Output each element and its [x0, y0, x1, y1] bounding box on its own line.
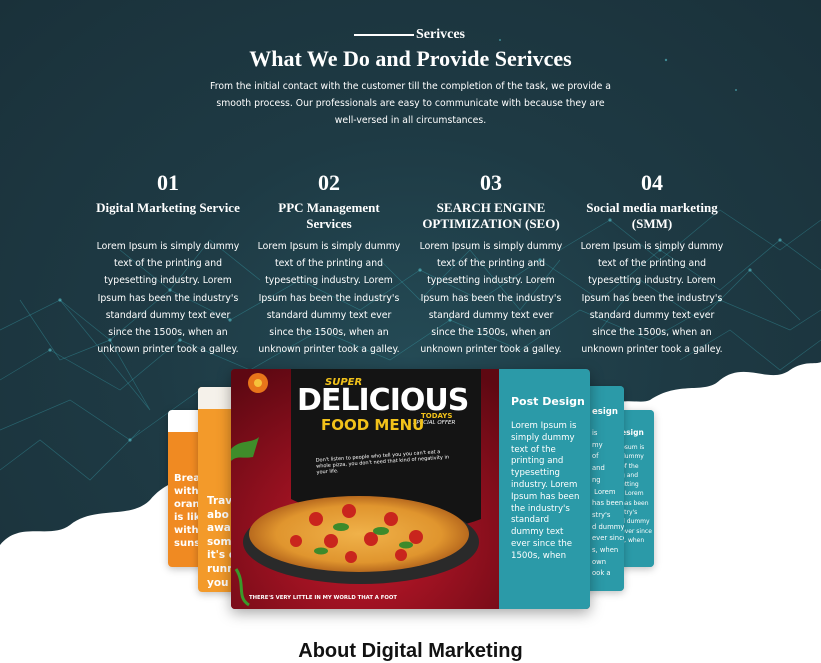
service-card-digital-marketing: 01 Digital Marketing Service Lorem Ipsum… — [93, 170, 243, 358]
service-title: Digital Marketing Service — [96, 200, 240, 215]
slide-body: is my of and ng Lorem has been stry's d … — [592, 429, 624, 578]
service-title: Social media marketing (SMM) — [586, 200, 718, 231]
slide-title: Post Design — [511, 395, 585, 408]
service-description: Lorem Ipsum is simply dummy text of the … — [580, 241, 724, 356]
service-title: SEARCH ENGINE OPTIMIZATION (SEO) — [422, 200, 560, 231]
service-number: 03 — [480, 170, 502, 195]
next-section-heading: About Digital Marketing — [298, 640, 523, 662]
service-description: Lorem Ipsum is simply dummy text of the … — [257, 241, 401, 356]
service-card-smm: 04 Social media marketing (SMM) Lorem Ip… — [577, 170, 727, 358]
slide-title: esign — [621, 428, 644, 437]
service-title: PPC Management Services — [278, 200, 380, 231]
service-card-seo: 03 SEARCH ENGINE OPTIMIZATION (SEO) Lore… — [416, 170, 566, 358]
service-number: 02 — [318, 170, 340, 195]
poster-footer-text: THERE'S VERY LITTLE IN MY WORLD THAT A F… — [249, 595, 397, 601]
poster-todays-text: TODAYS — [421, 412, 453, 420]
service-description: Lorem Ipsum is simply dummy text of the … — [419, 241, 563, 356]
section-eyebrow: Serivces — [354, 26, 465, 44]
slide-body: Lorem Ipsum is simply dummy text of the … — [511, 421, 580, 561]
slide-title: esign — [592, 407, 618, 417]
service-card-ppc: 02 PPC Management Services Lorem Ipsum i… — [254, 170, 404, 358]
slide-artwork-text: Brea with oran is lik with suns — [174, 473, 201, 549]
eyebrow-label: Serivces — [416, 27, 465, 42]
poster-food-menu-text: FOOD MENU — [321, 416, 425, 434]
section-intro: From the initial contact with the custom… — [210, 81, 611, 126]
carousel-slide-active[interactable]: SUPER DELICIOUS TODAYS SPECIAL OFFER FOO… — [231, 369, 590, 609]
service-number: 04 — [641, 170, 663, 195]
eyebrow-line — [354, 34, 414, 36]
slide-body: psum is dummy of the g and etting . Lore… — [621, 444, 652, 544]
service-description: Lorem Ipsum is simply dummy text of the … — [96, 241, 240, 356]
section-heading: What We Do and Provide Serivces — [249, 46, 572, 71]
service-number: 01 — [157, 170, 179, 195]
slide-caption-panel: Post Design Lorem Ipsum is simply dummy … — [499, 369, 590, 609]
